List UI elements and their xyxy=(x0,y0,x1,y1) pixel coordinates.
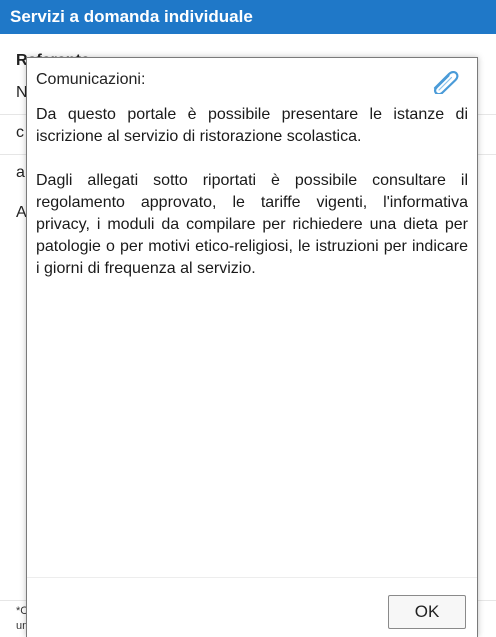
dialog-title: Comunicazioni: xyxy=(36,71,146,88)
paperclip-icon xyxy=(429,66,461,96)
header-title: Servizi a domanda individuale xyxy=(10,7,253,26)
background-row-letter: c xyxy=(16,124,24,141)
dialog-body: Da questo portale è possibile presentare… xyxy=(36,104,468,302)
background-row-letter: a xyxy=(16,164,25,181)
dialog-footer-divider xyxy=(27,577,477,578)
ok-button[interactable]: OK xyxy=(388,595,466,629)
dialog-paragraph: Dagli allegati sotto riportati è possibi… xyxy=(36,172,468,277)
dialog-paragraph: Da questo portale è possibile presentare… xyxy=(36,106,468,145)
app-header: Servizi a domanda individuale xyxy=(0,0,496,34)
communications-dialog: Comunicazioni: Da questo portale è possi… xyxy=(26,57,478,637)
